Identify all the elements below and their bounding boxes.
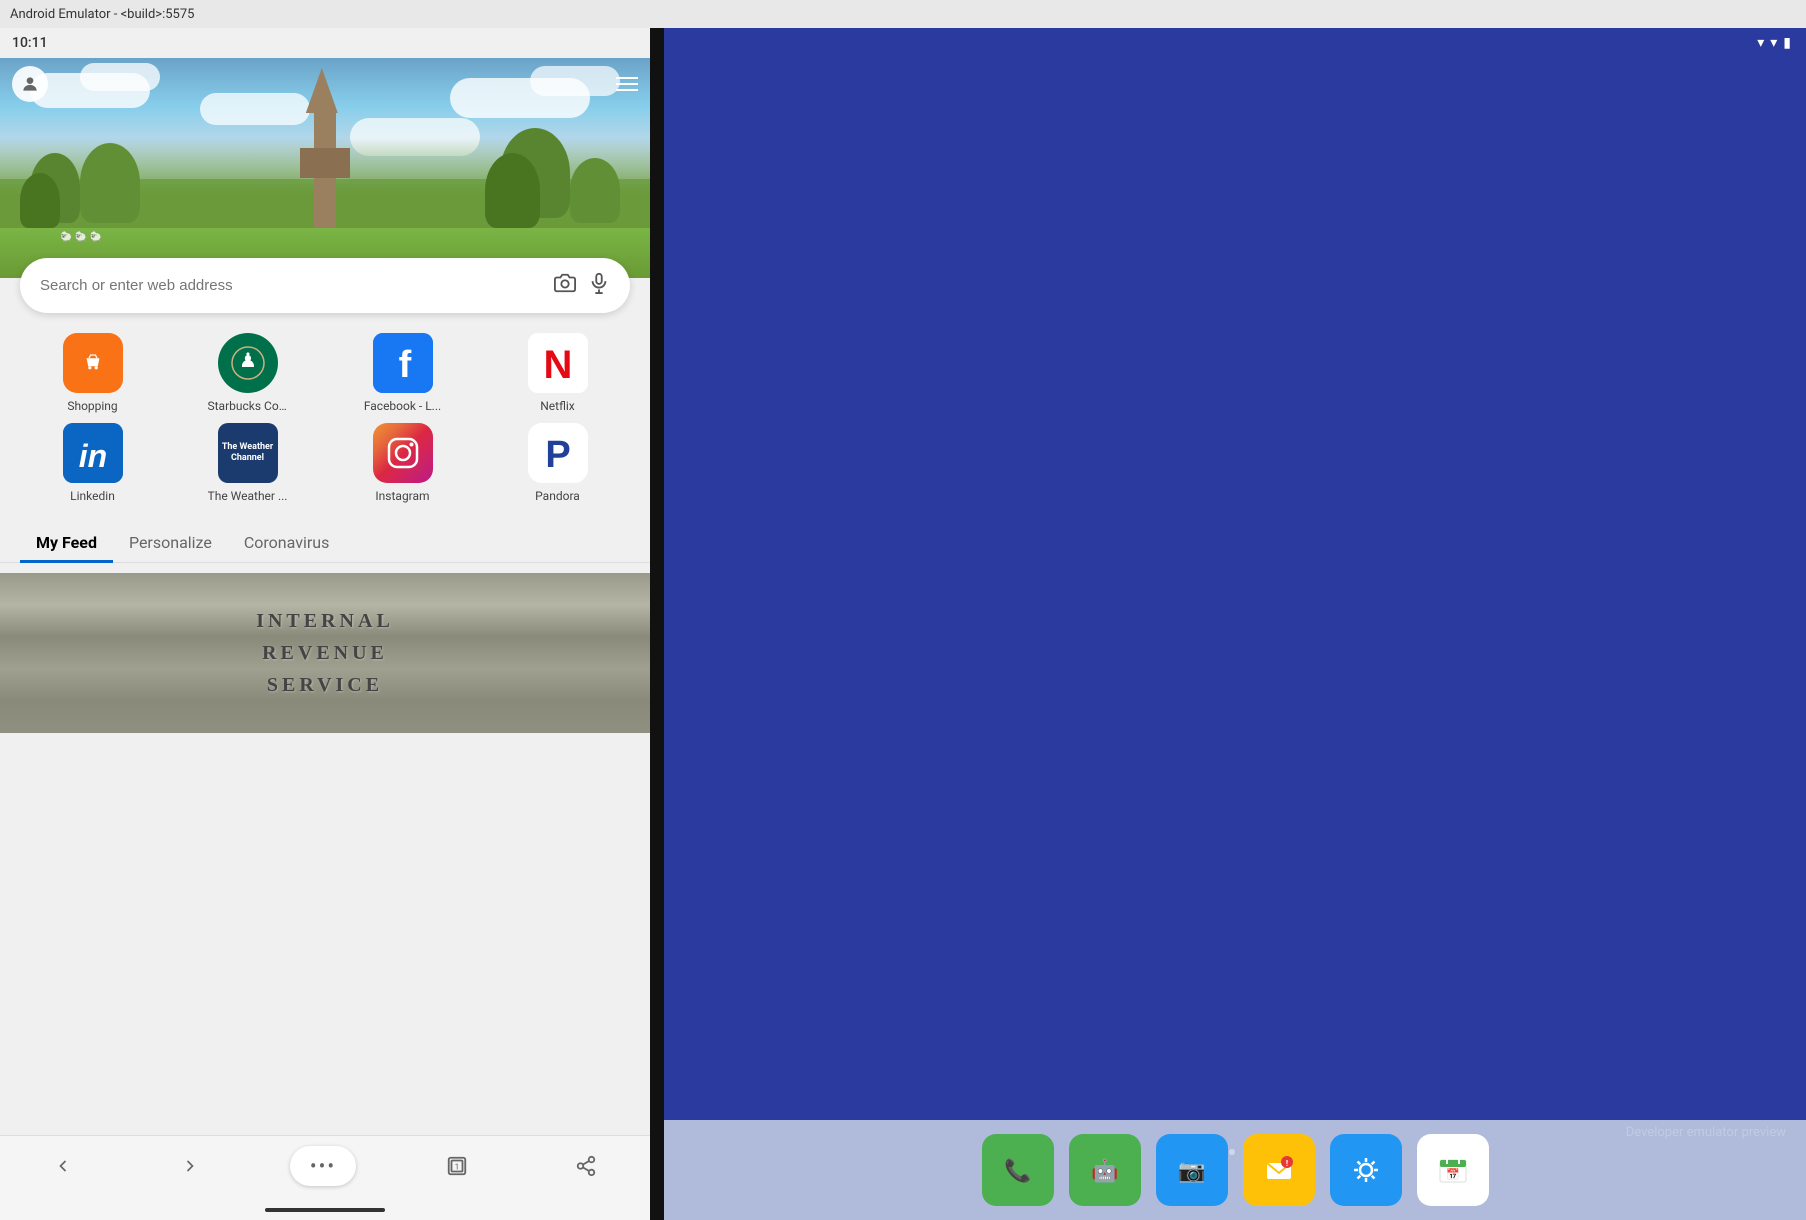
svg-text:in: in <box>78 438 106 474</box>
browser-bottom-nav: ••• 1 <box>0 1135 650 1200</box>
right-panel: ▾ ▾ ▮ Developer emulator preview 📞 🤖 <box>664 28 1806 1220</box>
church-body <box>300 148 350 178</box>
microphone-icon[interactable] <box>588 272 610 299</box>
weather-icon: The Weather Channel <box>218 423 278 483</box>
starbucks-icon: ♟ <box>218 333 278 393</box>
irs-text: INTERNAL REVENUE SERVICE <box>256 605 394 701</box>
shortcut-weather[interactable]: The Weather Channel The Weather ... <box>175 423 320 503</box>
android-status-bar: ▾ ▾ ▮ <box>664 28 1806 58</box>
home-indicator <box>265 1208 385 1212</box>
tab-coronavirus[interactable]: Coronavirus <box>228 523 346 562</box>
time-display: 10:11 <box>12 35 48 51</box>
dock-camera[interactable]: 📷 <box>1156 1134 1228 1206</box>
main-area: 10:11 <box>0 28 1806 1220</box>
window-title: Android Emulator - <build>:5575 <box>10 7 194 22</box>
browser-content: 🐑 🐑 🐑 <box>0 58 650 1135</box>
forward-button[interactable] <box>164 1148 216 1184</box>
shopping-label: Shopping <box>67 399 117 413</box>
svg-text:P: P <box>545 434 570 476</box>
netflix-label: Netflix <box>540 399 575 413</box>
tree-right-3 <box>485 153 540 228</box>
dock-market[interactable]: 🤖 <box>1069 1134 1141 1206</box>
shortcut-facebook[interactable]: f Facebook - L... <box>330 333 475 413</box>
svg-text:📷: 📷 <box>1178 1159 1205 1184</box>
instagram-label: Instagram <box>375 489 429 503</box>
shortcut-linkedin[interactable]: in Linkedin <box>20 423 165 503</box>
share-button[interactable] <box>559 1147 613 1185</box>
starbucks-label: Starbucks Co... <box>208 399 288 413</box>
taskbar: 📞 🤖 📷 <box>664 1120 1806 1220</box>
menu-line-2 <box>616 83 638 85</box>
back-button[interactable] <box>37 1148 89 1184</box>
shortcut-pandora[interactable]: P Pandora <box>485 423 630 503</box>
tab-myfeed[interactable]: My Feed <box>20 523 113 562</box>
home-bar <box>0 1200 650 1220</box>
shortcut-shopping[interactable]: Shopping <box>20 333 165 413</box>
svg-text:1: 1 <box>455 1162 460 1172</box>
search-icons <box>554 272 610 299</box>
svg-text:f: f <box>398 344 411 386</box>
instagram-icon <box>373 423 433 483</box>
title-bar: Android Emulator - <build>:5575 <box>0 0 1806 28</box>
search-bar-container <box>0 258 650 313</box>
signal-icon: ▾ <box>1770 35 1777 51</box>
more-options-button[interactable]: ••• <box>290 1146 356 1186</box>
browser-header <box>0 66 650 102</box>
tree-left-3 <box>80 143 140 223</box>
dock-calendar[interactable]: 📅 <box>1417 1134 1489 1206</box>
status-bar: 10:11 <box>0 28 650 58</box>
shopping-icon <box>63 333 123 393</box>
dock-phone[interactable]: 📞 <box>982 1134 1054 1206</box>
search-bar[interactable] <box>20 258 630 313</box>
menu-line-3 <box>616 89 638 91</box>
tab-personalize[interactable]: Personalize <box>113 523 228 562</box>
news-image: INTERNAL REVENUE SERVICE <box>0 573 650 733</box>
svg-text:♟: ♟ <box>239 348 257 372</box>
feed-tabs: My Feed Personalize Coronavirus <box>0 513 650 563</box>
hamburger-menu[interactable] <box>616 77 638 91</box>
search-input[interactable] <box>40 277 554 294</box>
svg-text:N: N <box>543 343 572 387</box>
news-card[interactable]: INTERNAL REVENUE SERVICE <box>0 573 650 733</box>
tree-right-2 <box>570 158 620 223</box>
pandora-icon: P <box>528 423 588 483</box>
shortcuts-grid: Shopping ♟ Starbucks Co... <box>0 313 650 513</box>
facebook-label: Facebook - L... <box>364 399 441 413</box>
profile-icon[interactable] <box>12 66 48 102</box>
tree-left-2 <box>20 173 60 228</box>
irs-building-image: INTERNAL REVENUE SERVICE <box>0 573 650 733</box>
animals: 🐑 🐑 🐑 <box>60 232 102 243</box>
svg-text:📅: 📅 <box>1446 1168 1460 1181</box>
pandora-label: Pandora <box>535 489 580 503</box>
dock-settings[interactable] <box>1330 1134 1402 1206</box>
shortcut-netflix[interactable]: N Netflix <box>485 333 630 413</box>
weather-label: The Weather ... <box>208 489 288 503</box>
svg-text:🤖: 🤖 <box>1091 1158 1118 1184</box>
svg-text:📞: 📞 <box>1004 1156 1032 1184</box>
shortcut-starbucks[interactable]: ♟ Starbucks Co... <box>175 333 320 413</box>
battery-icon: ▮ <box>1783 35 1791 51</box>
facebook-icon: f <box>373 333 433 393</box>
linkedin-icon: in <box>63 423 123 483</box>
camera-search-icon[interactable] <box>554 272 576 299</box>
hero-image: 🐑 🐑 🐑 <box>0 58 650 278</box>
menu-line-1 <box>616 77 638 79</box>
svg-text:!: ! <box>1285 1159 1287 1168</box>
shortcut-instagram[interactable]: Instagram <box>330 423 475 503</box>
netflix-icon: N <box>528 333 588 393</box>
tabs-button[interactable]: 1 <box>430 1147 484 1185</box>
linkedin-label: Linkedin <box>70 489 115 503</box>
panel-separator <box>650 28 664 1220</box>
left-panel: 10:11 <box>0 28 650 1220</box>
dock-email[interactable]: ! <box>1243 1134 1315 1206</box>
wifi-icon: ▾ <box>1757 35 1764 51</box>
